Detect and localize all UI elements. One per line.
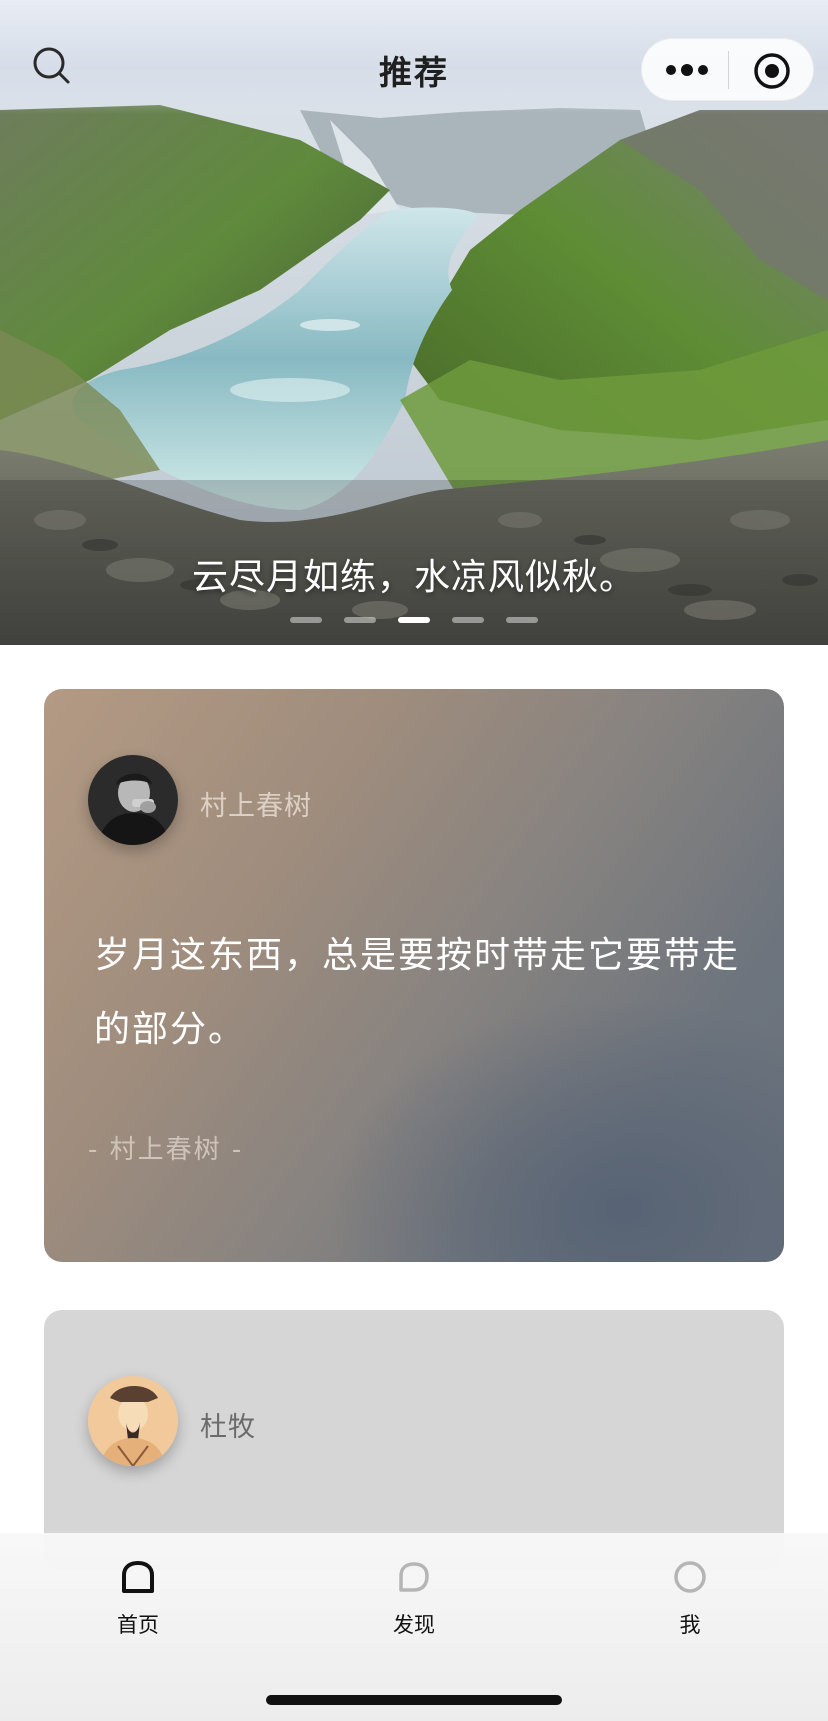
- more-dots-icon[interactable]: [664, 57, 710, 83]
- target-icon[interactable]: [752, 51, 792, 91]
- tab-label: 首页: [117, 1613, 159, 1637]
- discover-icon: [399, 1562, 429, 1592]
- author-name: 杜牧: [200, 1412, 256, 1443]
- mini-program-capsule: [641, 38, 814, 101]
- carousel-dot[interactable]: [344, 617, 376, 623]
- quote-signature: - 村上春树 -: [88, 1135, 244, 1165]
- author-name: 村上春树: [200, 791, 312, 822]
- quote-text: 岁月这东西，总是要按时带走它要带走的部分。: [94, 935, 741, 1050]
- home-indicator: [266, 1695, 562, 1705]
- navigation-bar: 推荐: [0, 0, 828, 114]
- tab-bar: 首页 发现 我: [0, 1533, 828, 1721]
- hero-caption: 云尽月如练，水凉风似秋。: [191, 557, 636, 598]
- avatar[interactable]: [88, 755, 178, 845]
- carousel-dot[interactable]: [452, 617, 484, 623]
- quote-card[interactable]: 杜牧: [44, 1310, 784, 1570]
- tab-label: 我: [679, 1613, 701, 1637]
- home-icon: [122, 1561, 154, 1593]
- capsule-divider: [728, 51, 729, 89]
- carousel-dot[interactable]: [290, 617, 322, 623]
- avatar[interactable]: [88, 1376, 178, 1466]
- profile-icon: [674, 1561, 706, 1593]
- quote-card[interactable]: 村上春树 岁月这东西，总是要按时带走它要带走的部分。 - 村上春树 -: [44, 689, 784, 1262]
- carousel-dot[interactable]: [506, 617, 538, 623]
- tab-label: 发现: [393, 1613, 435, 1637]
- carousel-indicator: [0, 617, 828, 623]
- tab-home[interactable]: 首页: [78, 1559, 198, 1639]
- carousel-dot-active[interactable]: [398, 617, 430, 623]
- tab-profile[interactable]: 我: [630, 1559, 750, 1639]
- tab-discover[interactable]: 发现: [354, 1559, 474, 1639]
